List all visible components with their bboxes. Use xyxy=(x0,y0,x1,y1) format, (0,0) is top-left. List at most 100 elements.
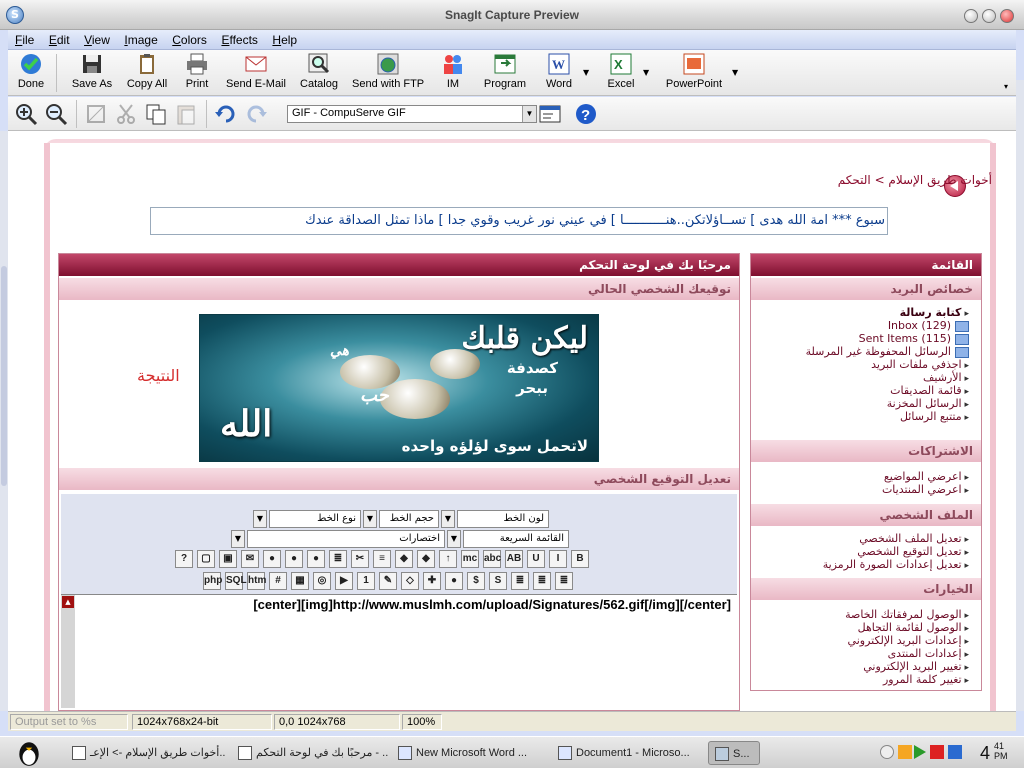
editor-format-button[interactable]: ● xyxy=(263,550,281,568)
sidebar-item-archive[interactable]: الأرشيف xyxy=(806,371,969,384)
taskbar-item-document1[interactable]: Document1 - Microso... xyxy=(552,741,700,765)
editor-format-button[interactable]: # xyxy=(269,572,287,590)
editor-format-button[interactable]: ● xyxy=(285,550,303,568)
powerpoint-dropdown-arrow-icon[interactable]: ▼ xyxy=(732,68,738,77)
im-button[interactable]: IM xyxy=(438,52,468,94)
minimize-button[interactable] xyxy=(964,9,978,23)
editor-format-button[interactable]: AB xyxy=(505,550,523,568)
editor-format-button[interactable]: ↑ xyxy=(439,550,457,568)
editor-format-button[interactable]: ▶ xyxy=(335,572,353,590)
crop-icon[interactable] xyxy=(84,102,108,126)
tray-network-icon[interactable] xyxy=(948,745,962,759)
penguin-start-icon[interactable] xyxy=(16,739,42,767)
editor-format-button[interactable]: ▣ xyxy=(219,550,237,568)
right-scrollbar[interactable] xyxy=(1016,80,1024,711)
sidebar-item-change-email[interactable]: تغيير البريد الإلكتروني xyxy=(845,660,969,673)
taskbar-item-word-new[interactable]: New Microsoft Word ... xyxy=(392,741,542,765)
editor-format-button[interactable]: ◇ xyxy=(401,572,419,590)
editor-format-button[interactable]: S xyxy=(489,572,507,590)
chevron-down-icon[interactable]: ▼ xyxy=(522,106,536,122)
chevron-down-icon[interactable]: ▼ xyxy=(253,510,267,528)
powerpoint-button[interactable]: PowerPoint xyxy=(664,52,724,94)
taskbar-clock[interactable]: 4 41 PM xyxy=(980,741,1008,764)
editor-format-button[interactable]: I xyxy=(549,550,567,568)
word-dropdown-arrow-icon[interactable]: ▼ xyxy=(583,68,589,77)
shortcuts-select[interactable]: اختصارات xyxy=(247,530,445,548)
sidebar-item-email-settings[interactable]: إعدادات البريد الإلكتروني xyxy=(845,634,969,647)
print-button[interactable]: Print xyxy=(180,52,214,94)
scrollbar-thumb[interactable] xyxy=(1,266,7,486)
scroll-up-arrow-icon[interactable]: ▲ xyxy=(62,596,74,608)
close-button[interactable] xyxy=(1000,9,1014,23)
menu-edit[interactable]: Edit xyxy=(45,30,74,50)
editor-format-button[interactable]: mc xyxy=(461,550,479,568)
taskbar-item-control-panel[interactable]: مرحبًا بك في لوحة التحكم - ... xyxy=(232,741,388,765)
menu-file[interactable]: File xyxy=(11,30,38,50)
menu-colors[interactable]: Colors xyxy=(168,30,211,50)
copy-all-button[interactable]: Copy All xyxy=(124,52,170,94)
editor-format-button[interactable]: ≣ xyxy=(533,572,551,590)
taskbar-item-snagit[interactable]: S... xyxy=(708,741,760,765)
editor-format-button[interactable]: U xyxy=(527,550,545,568)
copy-icon[interactable] xyxy=(144,102,168,126)
editor-format-button[interactable]: ◎ xyxy=(313,572,331,590)
toolbar-overflow-icon[interactable]: ▾ xyxy=(1004,82,1008,91)
sidebar-item-edit-signature[interactable]: تعديل التوقيع الشخصي xyxy=(823,545,969,558)
zoom-in-icon[interactable] xyxy=(14,102,38,126)
signature-textarea[interactable]: [center][img]http://www.muslmh.com/uploa… xyxy=(61,594,737,708)
excel-button[interactable]: X Excel xyxy=(604,52,638,94)
zoom-out-icon[interactable] xyxy=(44,102,68,126)
taskbar-item-forum[interactable]: أخوات طريق الإسلام -> الإعـ... xyxy=(66,741,226,765)
send-email-button[interactable]: Send E-Mail xyxy=(226,52,286,94)
editor-format-button[interactable]: ≣ xyxy=(555,572,573,590)
send-ftp-button[interactable]: Send with FTP xyxy=(352,52,424,94)
menu-view[interactable]: View xyxy=(80,30,114,50)
chevron-down-icon[interactable]: ▼ xyxy=(231,530,245,548)
editor-format-button[interactable]: ● xyxy=(307,550,325,568)
image-properties-icon[interactable] xyxy=(538,102,562,126)
sidebar-item-friends[interactable]: قائمة الصديقات xyxy=(806,384,969,397)
catalog-button[interactable]: Catalog xyxy=(298,52,340,94)
sidebar-item-forums[interactable]: اعرضي المنتديات xyxy=(882,483,969,496)
sidebar-item-drafts[interactable]: الرسائل المحفوظة غير المرسلة xyxy=(806,345,969,358)
editor-format-button[interactable]: ✉ xyxy=(241,550,259,568)
quick-list-select[interactable]: القائمة السريعة xyxy=(463,530,569,548)
sidebar-item-stored[interactable]: الرسائل المخزنة xyxy=(806,397,969,410)
editor-format-button[interactable]: ▦ xyxy=(291,572,309,590)
sidebar-item-edit-profile[interactable]: تعديل الملف الشخصي xyxy=(823,532,969,545)
sidebar-item-attachments[interactable]: الوصول لمرفقاتك الخاصة xyxy=(845,608,969,621)
font-size-select[interactable]: حجم الخط xyxy=(379,510,439,528)
editor-format-button[interactable]: ? xyxy=(175,550,193,568)
tray-arrow-icon[interactable] xyxy=(880,745,894,759)
maximize-button[interactable] xyxy=(982,9,996,23)
sidebar-item-change-password[interactable]: تغيير كلمة المرور xyxy=(845,673,969,686)
word-button[interactable]: W Word xyxy=(542,52,576,94)
undo-icon[interactable] xyxy=(214,102,238,126)
editor-format-button[interactable]: ✚ xyxy=(423,572,441,590)
editor-format-button[interactable]: ▢ xyxy=(197,550,215,568)
sidebar-item-forum-settings[interactable]: إعدادات المنتدى xyxy=(845,647,969,660)
tray-sun-icon[interactable] xyxy=(898,745,912,759)
image-format-select[interactable]: GIF - CompuServe GIF ▼ xyxy=(287,105,537,123)
program-button[interactable]: Program xyxy=(482,52,528,94)
tray-k-icon[interactable] xyxy=(930,745,944,759)
sidebar-item-tracker[interactable]: متتبع الرسائل xyxy=(806,410,969,423)
paste-icon[interactable] xyxy=(174,102,198,126)
editor-format-button[interactable]: ● xyxy=(445,572,463,590)
help-icon[interactable]: ? xyxy=(574,102,598,126)
sidebar-item-inbox[interactable]: Inbox (129) xyxy=(806,319,969,332)
sidebar-item-edit-avatar[interactable]: تعديل إعدادات الصورة الرمزية xyxy=(823,558,969,571)
editor-format-button[interactable]: ◆ xyxy=(417,550,435,568)
editor-format-button[interactable]: htm xyxy=(247,572,266,590)
sidebar-item-compose[interactable]: كتابة رسالة xyxy=(806,306,969,319)
editor-format-button[interactable]: php xyxy=(203,572,222,590)
font-type-select[interactable]: نوع الخط xyxy=(269,510,361,528)
textarea-scrollbar[interactable]: ▲ xyxy=(61,595,75,708)
chevron-down-icon[interactable]: ▼ xyxy=(363,510,377,528)
editor-format-button[interactable]: ≣ xyxy=(511,572,529,590)
redo-icon[interactable] xyxy=(244,102,268,126)
menu-image[interactable]: Image xyxy=(120,30,161,50)
editor-format-button[interactable]: 1 xyxy=(357,572,375,590)
editor-format-button[interactable]: ≣ xyxy=(329,550,347,568)
tray-play-icon[interactable] xyxy=(914,745,926,759)
